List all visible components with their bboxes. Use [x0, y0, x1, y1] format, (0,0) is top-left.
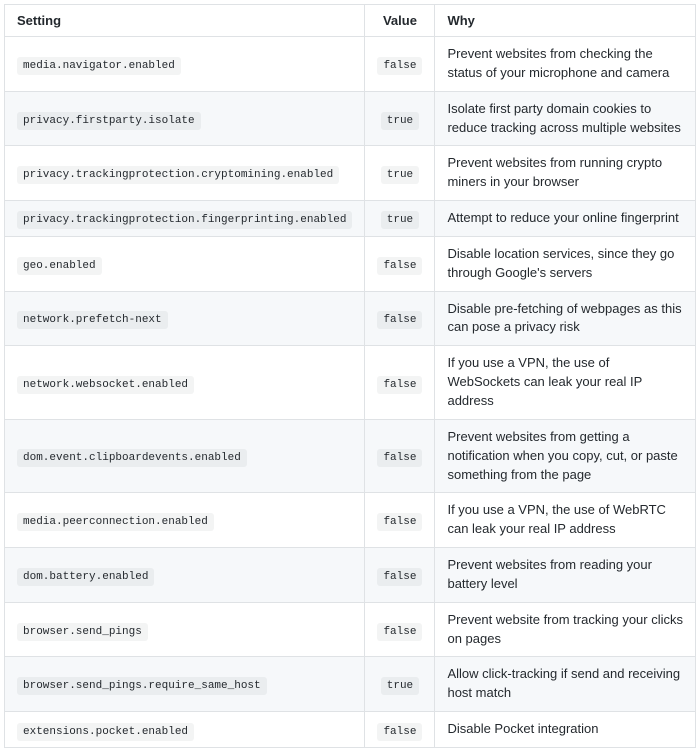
why-cell: Disable Pocket integration — [435, 712, 696, 748]
value-cell: false — [365, 493, 435, 548]
value-cell: true — [365, 146, 435, 201]
table-row: privacy.firstparty.isolate true Isolate fi… — [5, 91, 696, 146]
value-cell: true — [365, 201, 435, 237]
why-cell: Prevent websites from getting a notifica… — [435, 419, 696, 493]
value-cell: false — [365, 419, 435, 493]
setting-code: privacy.trackingprotection.fingerprintin… — [17, 211, 352, 229]
setting-code: media.peerconnection.enabled — [17, 513, 214, 531]
table-row: extensions.pocket.enabled false Disable Po… — [5, 712, 696, 748]
setting-cell: privacy.trackingprotection.fingerprintin… — [5, 201, 365, 237]
value-cell: false — [365, 548, 435, 603]
setting-code: dom.event.clipboardevents.enabled — [17, 449, 247, 467]
why-cell: If you use a VPN, the use of WebRTC can … — [435, 493, 696, 548]
table-row: network.websocket.enabled false If you use… — [5, 346, 696, 420]
setting-cell: geo.enabled — [5, 236, 365, 291]
setting-code: geo.enabled — [17, 257, 102, 275]
value-code: false — [377, 311, 422, 329]
value-cell: true — [365, 657, 435, 712]
value-code: false — [377, 513, 422, 531]
value-cell: false — [365, 602, 435, 657]
value-code: false — [377, 449, 422, 467]
why-cell: Prevent websites from checking the statu… — [435, 37, 696, 92]
setting-code: network.prefetch-next — [17, 311, 168, 329]
setting-cell: browser.send_pings.require_same_host — [5, 657, 365, 712]
table-row: dom.event.clipboardevents.enabled false Pr… — [5, 419, 696, 493]
value-code: true — [381, 166, 419, 184]
settings-table: Setting Value Why media.navigator.enable… — [4, 4, 696, 748]
value-cell: false — [365, 291, 435, 346]
setting-cell: privacy.firstparty.isolate — [5, 91, 365, 146]
header-why: Why — [435, 5, 696, 37]
header-value: Value — [365, 5, 435, 37]
value-cell: true — [365, 91, 435, 146]
value-cell: false — [365, 236, 435, 291]
table-body: media.navigator.enabled false Prevent webs… — [5, 37, 696, 748]
why-cell: Disable location services, since they go… — [435, 236, 696, 291]
setting-cell: dom.event.clipboardevents.enabled — [5, 419, 365, 493]
table-row: dom.battery.enabled false Prevent websites… — [5, 548, 696, 603]
why-cell: Prevent websites from running crypto min… — [435, 146, 696, 201]
setting-cell: dom.battery.enabled — [5, 548, 365, 603]
setting-cell: media.peerconnection.enabled — [5, 493, 365, 548]
value-code: true — [381, 112, 419, 130]
setting-code: network.websocket.enabled — [17, 376, 194, 394]
setting-cell: network.prefetch-next — [5, 291, 365, 346]
setting-code: privacy.trackingprotection.cryptomining.… — [17, 166, 339, 184]
value-cell: false — [365, 712, 435, 748]
table-row: geo.enabled false Disable location service… — [5, 236, 696, 291]
setting-cell: browser.send_pings — [5, 602, 365, 657]
setting-code: dom.battery.enabled — [17, 568, 154, 586]
value-code: false — [377, 376, 422, 394]
value-code: false — [377, 568, 422, 586]
why-cell: Disable pre-fetching of webpages as this… — [435, 291, 696, 346]
why-cell: If you use a VPN, the use of WebSockets … — [435, 346, 696, 420]
table-row: privacy.trackingprotection.cryptomining.… — [5, 146, 696, 201]
setting-code: browser.send_pings — [17, 623, 148, 641]
setting-code: browser.send_pings.require_same_host — [17, 677, 267, 695]
setting-code: media.navigator.enabled — [17, 57, 181, 75]
setting-code: extensions.pocket.enabled — [17, 723, 194, 741]
why-cell: Prevent website from tracking your click… — [435, 602, 696, 657]
why-cell: Isolate first party domain cookies to re… — [435, 91, 696, 146]
table-row: media.navigator.enabled false Prevent webs… — [5, 37, 696, 92]
setting-cell: privacy.trackingprotection.cryptomining.… — [5, 146, 365, 201]
table-header-row: Setting Value Why — [5, 5, 696, 37]
setting-cell: extensions.pocket.enabled — [5, 712, 365, 748]
value-code: false — [377, 623, 422, 641]
value-cell: false — [365, 346, 435, 420]
setting-cell: media.navigator.enabled — [5, 37, 365, 92]
table-row: browser.send_pings false Prevent website f… — [5, 602, 696, 657]
value-code: true — [381, 677, 419, 695]
why-cell: Prevent websites from reading your batte… — [435, 548, 696, 603]
value-code: true — [381, 211, 419, 229]
table-row: browser.send_pings.require_same_host true… — [5, 657, 696, 712]
value-code: false — [377, 57, 422, 75]
setting-cell: network.websocket.enabled — [5, 346, 365, 420]
value-cell: false — [365, 37, 435, 92]
value-code: false — [377, 257, 422, 275]
why-cell: Attempt to reduce your online fingerprin… — [435, 201, 696, 237]
setting-code: privacy.firstparty.isolate — [17, 112, 201, 130]
why-cell: Allow click-tracking if send and receivi… — [435, 657, 696, 712]
table-row: privacy.trackingprotection.fingerprintin… — [5, 201, 696, 237]
header-setting: Setting — [5, 5, 365, 37]
table-row: network.prefetch-next false Disable pre-fe… — [5, 291, 696, 346]
value-code: false — [377, 723, 422, 741]
table-row: media.peerconnection.enabled false If you … — [5, 493, 696, 548]
